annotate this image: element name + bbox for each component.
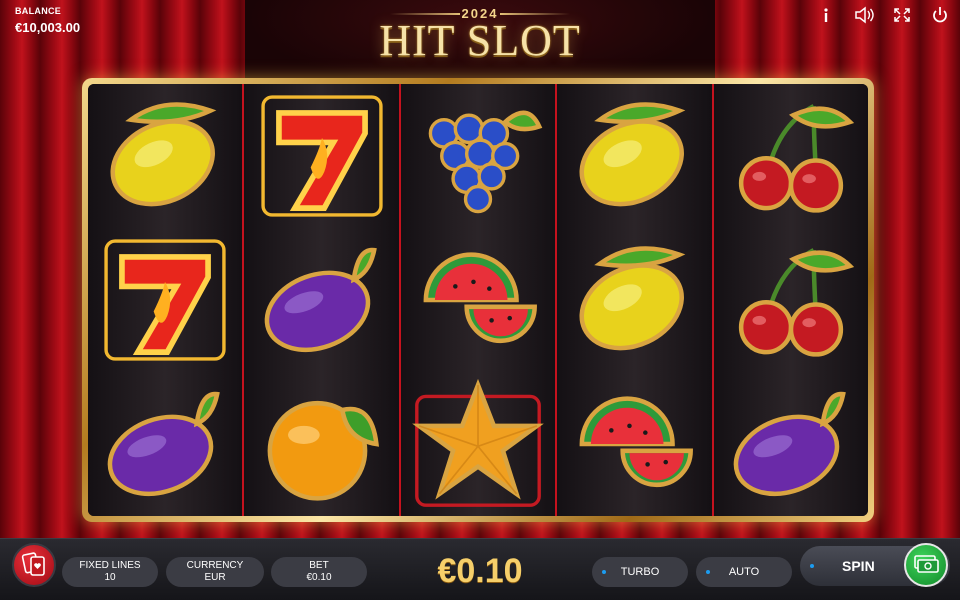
- sound-icon[interactable]: [854, 6, 874, 24]
- lemon-icon: [579, 246, 686, 351]
- lemon-icon: [579, 102, 686, 207]
- cherries-icon: [738, 248, 854, 357]
- reel-symbol-plum: [244, 228, 398, 372]
- plum-icon: [107, 391, 221, 497]
- fixed-lines-display: FIXED LINES 10: [62, 557, 158, 587]
- reel-4: [555, 84, 712, 516]
- reel-symbol-lemon: [557, 228, 711, 372]
- power-icon[interactable]: [930, 6, 950, 24]
- reel-symbol-lemon: [88, 84, 242, 228]
- reel-symbol-orange: [244, 372, 398, 516]
- balance-label: BALANCE: [15, 6, 62, 16]
- spin-label: SPIN: [842, 558, 875, 574]
- reel-symbol-plum: [88, 372, 242, 516]
- reel-symbol-cherries: [714, 228, 868, 372]
- watermelon-icon: [423, 252, 537, 344]
- reel-symbol-lemon: [557, 84, 711, 228]
- top-icon-bar: [816, 6, 950, 24]
- reel-symbol-star: [401, 372, 555, 516]
- reel-symbol-watermelon: [401, 228, 555, 372]
- seven-icon: [104, 239, 226, 361]
- reel-symbol-grapes: [401, 84, 555, 228]
- logo-rule-left: [390, 13, 460, 15]
- orange-icon: [267, 400, 379, 501]
- reel-symbol-seven: [244, 84, 398, 228]
- auto-indicator: [706, 570, 710, 574]
- balance-display: BALANCE €10,003.00: [15, 6, 80, 35]
- info-icon[interactable]: [816, 6, 836, 24]
- lemon-icon: [110, 102, 217, 207]
- fixed-lines-value: 10: [104, 572, 116, 583]
- menu-cards-button[interactable]: [12, 543, 56, 587]
- currency-value: EUR: [204, 572, 226, 583]
- reel-frame: [82, 78, 874, 522]
- bet-amount-display: €0.10: [437, 552, 523, 590]
- spin-cash-button[interactable]: [904, 543, 948, 587]
- bet-label: BET: [309, 560, 329, 571]
- star-icon: [412, 378, 544, 507]
- watermelon-icon: [580, 396, 694, 488]
- spin-indicator: [810, 564, 814, 568]
- logo-name: HIT SLOT: [379, 16, 581, 65]
- auto-toggle[interactable]: AUTO: [696, 557, 792, 587]
- balance-value: €10,003.00: [15, 20, 81, 35]
- reel-symbol-seven: [88, 228, 242, 372]
- fixed-lines-label: FIXED LINES: [79, 560, 141, 571]
- logo-rule-right: [500, 13, 570, 15]
- currency-label: CURRENCY: [186, 560, 244, 571]
- reel-2: [242, 84, 399, 516]
- turbo-indicator: [602, 570, 606, 574]
- reel-symbol-plum: [714, 372, 868, 516]
- fullscreen-icon[interactable]: [892, 6, 912, 24]
- grapes-icon: [428, 110, 543, 214]
- seven-icon: [260, 95, 383, 217]
- game-stage: 2024 HIT SLOT BALANCE €10,003.00 FIXED L…: [0, 0, 960, 600]
- bet-selector[interactable]: BET €0.10: [271, 557, 367, 587]
- reel-1: [88, 84, 243, 516]
- reel-3: [398, 84, 556, 516]
- cash-icon: [914, 555, 939, 573]
- cards-icon: [21, 552, 45, 576]
- reels-area: [88, 84, 868, 516]
- reel-5: [711, 84, 868, 516]
- turbo-toggle[interactable]: TURBO: [592, 557, 688, 587]
- currency-selector[interactable]: CURRENCY EUR: [166, 557, 264, 587]
- bet-value: €0.10: [306, 572, 332, 583]
- game-logo: 2024 HIT SLOT: [360, 2, 600, 68]
- turbo-label: TURBO: [620, 566, 660, 578]
- plum-icon: [264, 247, 377, 353]
- cherries-icon: [738, 104, 854, 213]
- reel-symbol-watermelon: [557, 372, 711, 516]
- auto-label: AUTO: [728, 566, 760, 578]
- plum-icon: [733, 391, 846, 497]
- reel-symbol-cherries: [714, 84, 868, 228]
